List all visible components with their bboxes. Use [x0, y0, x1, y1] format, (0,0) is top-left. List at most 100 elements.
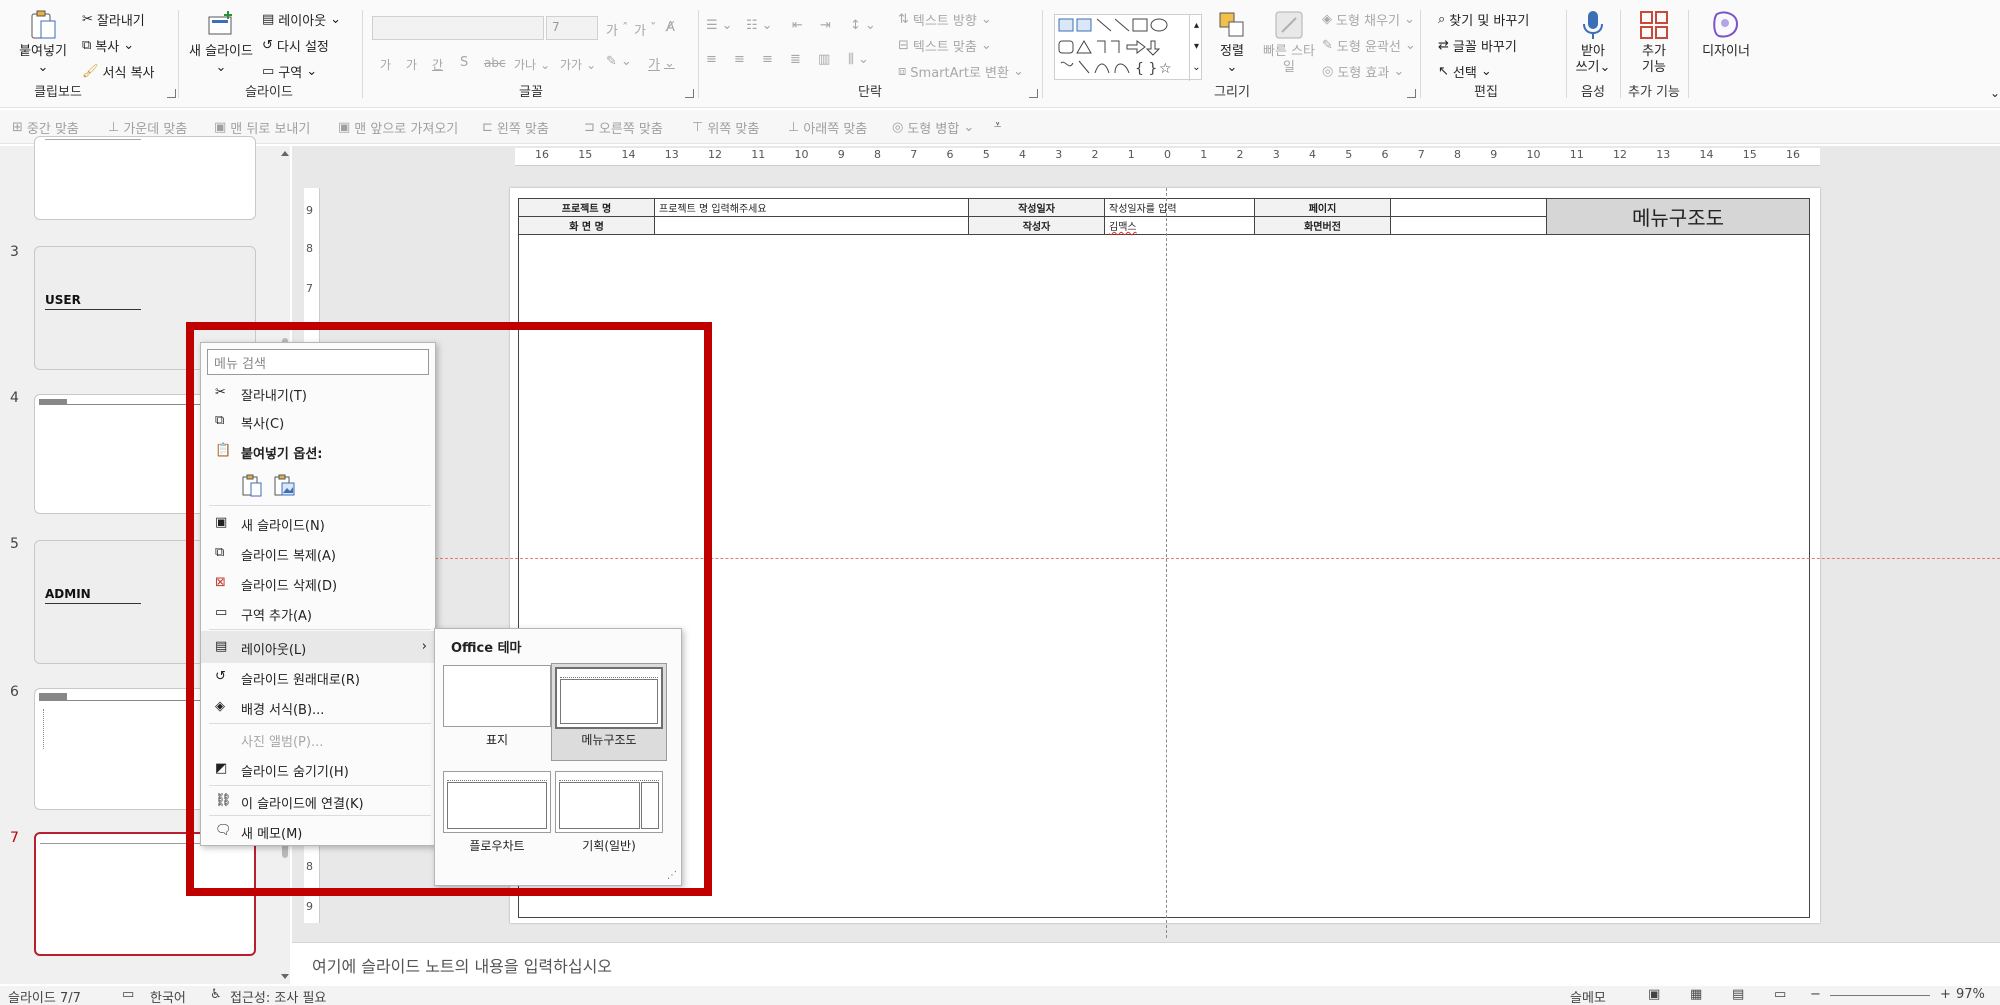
bullets-button[interactable]: ☰ ⌄ — [706, 18, 733, 33]
notes-pane[interactable]: 여기에 슬라이드 노트의 내용을 입력하십시오 — [292, 942, 2000, 984]
qat-item-send-back[interactable]: ▣ 맨 뒤로 보내기 — [214, 118, 310, 137]
page-value[interactable] — [1390, 198, 1547, 217]
find-replace-button[interactable]: ⌕ 찾기 및 바꾸기 — [1438, 10, 1529, 29]
decrease-indent-button[interactable]: ⇤ — [792, 18, 803, 33]
qat-item-middle-align[interactable]: ⊞ 중간 맞춤 — [12, 118, 79, 137]
font-color-button[interactable]: 가 ⌄ — [648, 54, 675, 73]
character-spacing-button[interactable]: 가나 ⌄ — [514, 56, 550, 73]
current-slide[interactable]: 프로젝트 명 프로젝트 명 입력해주세요 작성일자 작성일자를 입력 페이지 메… — [510, 188, 1820, 923]
paste-keep-format-icon[interactable] — [239, 473, 265, 499]
menu-item-layout[interactable]: ▤ 레이아웃(L) › — [201, 631, 435, 663]
clear-format-button[interactable]: A̸ — [666, 20, 675, 35]
menu-item-reset-slide[interactable]: ↺ 슬라이드 원래대로(R) — [201, 663, 435, 691]
font-launcher[interactable] — [685, 89, 694, 98]
menu-item-copy[interactable]: ⧉ 복사(C) — [201, 407, 435, 435]
shape-outline-button[interactable]: ✎ 도형 윤곽선 ⌄ — [1322, 36, 1416, 55]
menu-item-link-slide[interactable]: ⛓ 이 슬라이드에 연결(K) — [201, 787, 435, 815]
accessibility-icon[interactable]: ♿ — [210, 987, 222, 1002]
qat-item-align-right[interactable]: ⊐ 오른쪽 맞춤 — [584, 118, 663, 137]
numbering-button[interactable]: ☷ ⌄ — [746, 18, 773, 33]
underline-button[interactable]: 간 — [432, 56, 443, 73]
columns-button[interactable]: ⫼ ⌄ — [848, 52, 869, 67]
cut-button[interactable]: ✂ 잘라내기 — [82, 10, 145, 29]
shape-effects-button[interactable]: ◎ 도형 효과 ⌄ — [1322, 62, 1404, 81]
arrange-button[interactable]: 정렬 ⌄ — [1208, 8, 1256, 76]
slide-thumbnail-2[interactable] — [34, 136, 256, 220]
customize-toolbar-button[interactable]: ⩡ — [994, 118, 1001, 133]
increase-indent-button[interactable]: ⇥ — [820, 18, 831, 33]
menu-item-add-section[interactable]: ▭ 구역 추가(A) — [201, 599, 435, 627]
text-direction-button[interactable]: ⇅ 텍스트 방향 ⌄ — [898, 10, 992, 29]
slide-sorter-icon[interactable]: ▦ — [1690, 987, 1702, 1002]
smartart-button[interactable]: ⧈ SmartArt로 변환 ⌄ — [898, 62, 1024, 81]
author-date-value[interactable]: 작성일자를 입력 — [1104, 198, 1255, 217]
reading-view-icon[interactable]: ▤ — [1732, 987, 1744, 1002]
qat-item-bring-front[interactable]: ▣ 맨 앞으로 가져오기 — [338, 118, 458, 137]
zoom-in-icon[interactable]: + — [1940, 987, 1951, 1002]
screen-version-value[interactable] — [1390, 216, 1547, 235]
increase-font-button[interactable]: 가ˆ — [606, 20, 628, 39]
slide-thumbnail-7[interactable] — [34, 832, 256, 956]
decrease-font-button[interactable]: 가ˇ — [634, 20, 656, 39]
strike-button[interactable]: abc — [484, 56, 506, 70]
dictate-button[interactable]: 받아 쓰기⌄ — [1570, 8, 1616, 76]
notes-button[interactable]: 슬메모 — [1570, 987, 1606, 1005]
replace-fonts-button[interactable]: ⇄ 글꼴 바꾸기 — [1438, 36, 1517, 55]
menu-item-new-slide[interactable]: ▣ 새 슬라이드(N) — [201, 509, 435, 537]
qat-item-align-left[interactable]: ⊏ 왼쪽 맞춤 — [482, 118, 549, 137]
menu-item-new-comment[interactable]: 🗨 새 메모(M) — [201, 817, 435, 845]
normal-view-icon[interactable]: ▣ — [1648, 987, 1660, 1002]
quick-styles-button[interactable]: 빠른 스타일 — [1260, 8, 1318, 76]
gallery-scroll[interactable]: ▴ ▾ ⌄ — [1189, 15, 1203, 81]
drawing-launcher[interactable] — [1407, 89, 1416, 98]
highlight-button[interactable]: ✎ ⌄ — [606, 54, 632, 69]
addins-button[interactable]: 추가 기능 — [1630, 8, 1678, 76]
shape-fill-button[interactable]: ◈ 도형 채우기 ⌄ — [1322, 10, 1415, 29]
clipboard-launcher[interactable] — [167, 89, 176, 98]
reset-button[interactable]: ↺ 다시 설정 — [262, 36, 329, 55]
menu-item-format-background[interactable]: ◈ 배경 서식(B)... — [201, 693, 435, 721]
menu-item-photo-album[interactable]: 사진 앨범(P)... — [201, 725, 435, 753]
qat-item-merge-shapes[interactable]: ◎ 도형 병합 ⌄ — [892, 118, 974, 137]
horizontal-guide[interactable] — [430, 558, 2000, 559]
qat-item-center-align[interactable]: ⊥ 가운데 맞춤 — [108, 118, 187, 137]
italic-button[interactable]: 가 — [406, 56, 417, 73]
menu-item-cut[interactable]: ✂ 잘라내기(T) — [201, 379, 435, 407]
format-painter-button[interactable]: 🖌 서식 복사 — [82, 62, 155, 81]
menu-item-hide-slide[interactable]: ◩ 슬라이드 숨기기(H) — [201, 755, 435, 783]
designer-button[interactable]: 디자이너 — [1696, 8, 1756, 60]
slideshow-icon[interactable]: ▭ — [1774, 987, 1786, 1002]
author-value[interactable]: 김맥스 — [1104, 216, 1255, 235]
collapse-ribbon-icon[interactable]: ⌄ — [1990, 86, 2000, 100]
paragraph-launcher[interactable] — [1029, 89, 1038, 98]
align-center-button[interactable]: ≡ — [734, 52, 745, 67]
accessibility-status[interactable]: 접근성: 조사 필요 — [230, 987, 326, 1005]
menu-item-delete-slide[interactable]: ⊠ 슬라이드 삭제(D) — [201, 569, 435, 597]
vertical-guide[interactable] — [1166, 188, 1167, 938]
shadow-button[interactable]: S — [460, 55, 468, 70]
language-status[interactable]: 한국어 — [150, 987, 186, 1005]
zoom-slider[interactable] — [1830, 995, 1930, 996]
align-left-button[interactable]: ≡ — [706, 52, 717, 67]
justify-button[interactable]: ≣ — [790, 52, 801, 67]
copy-button[interactable]: ⧉ 복사 ⌄ — [82, 36, 134, 55]
bold-button[interactable]: 가 — [380, 56, 391, 73]
menu-item-duplicate-slide[interactable]: ⧉ 슬라이드 복제(A) — [201, 539, 435, 567]
font-size-combo[interactable]: 7 — [546, 16, 598, 40]
resize-grip-icon[interactable]: ⋰ — [667, 870, 677, 881]
new-slide-button[interactable]: 새 슬라이드 ⌄ — [184, 8, 258, 76]
align-text-button[interactable]: ⊟ 텍스트 맞춤 ⌄ — [898, 36, 992, 55]
zoom-out-icon[interactable]: − — [1810, 987, 1821, 1002]
section-button[interactable]: ▭ 구역 ⌄ — [262, 62, 317, 81]
slide-title[interactable]: 메뉴구조도 — [1546, 198, 1810, 235]
spellcheck-icon[interactable]: ▭ — [122, 987, 134, 1002]
select-button[interactable]: ↖ 선택 ⌄ — [1438, 62, 1492, 81]
project-name-value[interactable]: 프로젝트 명 입력해주세요 — [654, 198, 969, 217]
distributed-button[interactable]: ▥ — [818, 52, 830, 67]
change-case-button[interactable]: 가가 ⌄ — [560, 56, 596, 73]
screen-name-value[interactable] — [654, 216, 969, 235]
layout-button[interactable]: ▤ 레이아웃 ⌄ — [262, 10, 341, 29]
paste-button[interactable]: 붙여넣기 ⌄ — [16, 8, 70, 76]
shape-gallery[interactable]: { } ☆ ▴ ▾ ⌄ — [1054, 14, 1203, 81]
zoom-level[interactable]: 97% — [1956, 987, 1985, 1002]
